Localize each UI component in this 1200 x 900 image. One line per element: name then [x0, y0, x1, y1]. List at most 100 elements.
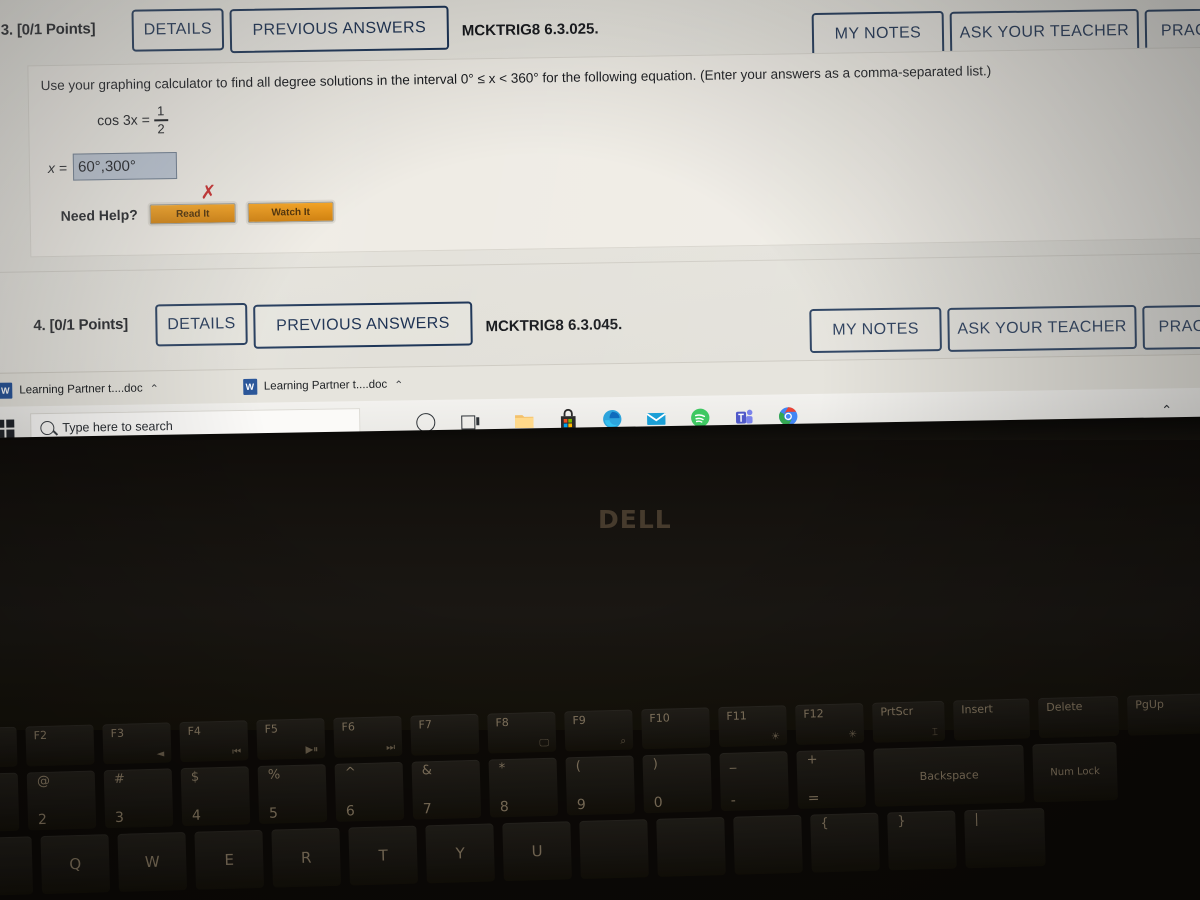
- question-divider: [0, 252, 1200, 273]
- key-label: F5: [264, 722, 279, 736]
- key-printscreen[interactable]: PrtScr ⌶: [872, 700, 946, 743]
- key-5[interactable]: % 5: [257, 764, 328, 824]
- ask-your-teacher-button-4[interactable]: ASK YOUR TEACHER: [947, 304, 1137, 352]
- key-f7[interactable]: F7: [410, 713, 480, 756]
- key-backslash[interactable]: |: [964, 808, 1046, 869]
- key-bracket-right[interactable]: }: [887, 810, 957, 871]
- key-u[interactable]: U: [502, 821, 572, 882]
- key-sublabel: ⌕: [620, 735, 627, 747]
- key-label: 8: [499, 798, 510, 816]
- equation-fraction: 1 2: [153, 103, 168, 136]
- key-f5[interactable]: F5 ▶⏸: [256, 718, 326, 760]
- answer-input-3[interactable]: 60°,300°: [72, 152, 178, 181]
- key-6[interactable]: ^ 6: [334, 761, 405, 822]
- key-r[interactable]: R: [271, 827, 341, 888]
- key-f6[interactable]: F6 ⏭: [333, 715, 403, 758]
- key-f12[interactable]: F12 ✳: [795, 703, 865, 745]
- download-item-2[interactable]: Learning Partner t....doc ⌃: [231, 371, 416, 400]
- key-w[interactable]: W: [117, 832, 188, 892]
- key-sublabel: ☀: [770, 731, 781, 743]
- key-f2[interactable]: F2: [25, 724, 95, 767]
- key-sublabel: ⌶: [931, 726, 939, 739]
- key-f4[interactable]: F4 ⏮: [179, 720, 249, 763]
- show-hidden-icons-chevron[interactable]: ⌃: [1161, 402, 1172, 418]
- previous-answers-button-3[interactable]: PREVIOUS ANSWERS: [229, 5, 450, 54]
- key-label: =: [807, 790, 820, 807]
- my-notes-button-4[interactable]: MY NOTES: [809, 307, 942, 354]
- key-label: U: [531, 842, 543, 861]
- key-y[interactable]: Y: [425, 823, 495, 884]
- key-label: F9: [572, 713, 586, 728]
- key-o[interactable]: [656, 816, 726, 877]
- key-f8[interactable]: F8 🖵: [487, 711, 557, 754]
- key-shift-label: &: [421, 763, 433, 779]
- key-label: Backspace: [919, 768, 979, 784]
- question-4-code: MCKTRIG8 6.3.045.: [485, 316, 623, 336]
- download-item-name: Learning Partner t....doc: [263, 378, 388, 393]
- download-item-1[interactable]: Learning Partner t....doc ⌃: [0, 375, 171, 404]
- key-p[interactable]: [733, 814, 803, 875]
- key-shift-label: $: [190, 769, 200, 785]
- fraction-numerator: 1: [156, 103, 165, 119]
- key-e[interactable]: E: [194, 829, 265, 890]
- key-f1-area[interactable]: F1: [0, 726, 18, 768]
- key-9[interactable]: (9: [565, 755, 636, 816]
- key-insert[interactable]: Insert: [953, 698, 1031, 741]
- laptop-photo: 3. [0/1 Points] DETAILS PREVIOUS ANSWERS…: [0, 0, 1200, 900]
- key-delete[interactable]: Delete: [1038, 695, 1120, 739]
- details-button-3[interactable]: DETAILS: [131, 8, 225, 52]
- key-t[interactable]: T: [348, 825, 418, 886]
- read-it-button[interactable]: Read It: [149, 203, 236, 225]
- chevron-up-icon[interactable]: ⌃: [150, 382, 159, 395]
- key-1[interactable]: !1: [0, 772, 20, 832]
- previous-answers-button-4[interactable]: PREVIOUS ANSWERS: [253, 301, 473, 349]
- need-help-section-3: Need Help? Read It Watch It: [60, 201, 334, 226]
- chevron-up-icon[interactable]: ⌃: [394, 378, 403, 391]
- key-label: 3: [114, 809, 125, 826]
- key-pageup[interactable]: PgUp: [1126, 693, 1200, 736]
- search-icon: [40, 420, 55, 436]
- details-button-4[interactable]: DETAILS: [155, 302, 248, 347]
- key-i[interactable]: [579, 819, 649, 880]
- windows-start-button[interactable]: [0, 419, 15, 438]
- key-minus[interactable]: _ -: [719, 751, 790, 812]
- key-label: Y: [455, 844, 465, 863]
- key-7[interactable]: & 7: [411, 759, 482, 820]
- key-label: F7: [418, 718, 433, 732]
- need-help-label: Need Help?: [60, 206, 138, 224]
- equation-equals: =: [141, 111, 150, 128]
- key-numlock[interactable]: Num Lock: [1032, 742, 1118, 803]
- key-label: 0: [653, 794, 663, 811]
- key-0[interactable]: ) 0: [642, 753, 713, 814]
- key-q[interactable]: Q: [40, 834, 111, 895]
- key-f10[interactable]: F10: [641, 707, 711, 750]
- key-2[interactable]: @2: [26, 770, 97, 831]
- cortana-icon[interactable]: [416, 412, 436, 432]
- key-label: -: [730, 792, 737, 809]
- key-label: 2: [37, 811, 48, 829]
- key-label: 4: [191, 807, 202, 824]
- key-f3[interactable]: F3 ◄: [102, 722, 172, 765]
- key-backspace[interactable]: Backspace: [873, 744, 1025, 807]
- key-tab[interactable]: [0, 836, 34, 896]
- key-label: F10: [649, 711, 670, 726]
- task-view-icon[interactable]: [461, 414, 480, 430]
- my-notes-button-3[interactable]: MY NOTES: [811, 10, 945, 58]
- key-f9[interactable]: F9 ⌕: [564, 709, 634, 752]
- key-8[interactable]: * 8: [488, 757, 559, 818]
- key-shift-label: #: [113, 771, 126, 788]
- key-bracket-left[interactable]: {: [810, 812, 880, 873]
- dell-logo: DELL: [598, 505, 672, 534]
- key-label: PrtScr: [880, 704, 914, 719]
- key-label: PgUp: [1135, 697, 1165, 712]
- key-equals[interactable]: + =: [796, 749, 867, 809]
- key-sublabel: ⏭: [386, 742, 396, 754]
- key-f11[interactable]: F11 ☀: [718, 705, 788, 748]
- practice-another-button-4[interactable]: PRACTICE ANOTHER: [1142, 302, 1200, 350]
- question-3-number: 3. [0/1 Points]: [0, 20, 96, 39]
- question-3-equation: cos 3x = 1 2: [97, 103, 168, 136]
- key-4[interactable]: $4: [180, 766, 251, 827]
- key-label: F8: [495, 715, 510, 730]
- watch-it-button[interactable]: Watch It: [247, 201, 334, 223]
- key-3[interactable]: #3: [103, 768, 174, 829]
